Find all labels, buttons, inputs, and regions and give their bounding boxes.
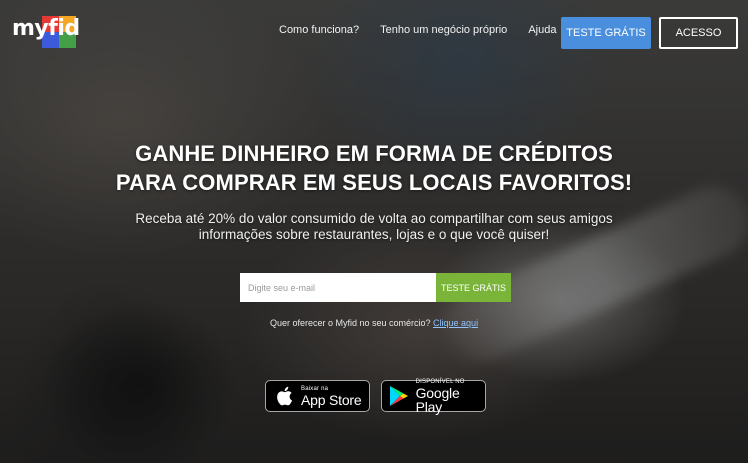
nav-como-funciona[interactable]: Como funciona? [279, 24, 359, 36]
main-nav: Como funciona? Tenho um negócio próprio … [279, 24, 577, 36]
app-store-label: App Store [301, 391, 362, 408]
email-input[interactable] [240, 273, 436, 302]
nav-ajuda[interactable]: Ajuda [528, 24, 556, 36]
business-link[interactable]: Clique aqui [433, 318, 478, 328]
headline-line-2: PARA COMPRAR EM SEUS LOCAIS FAVORITOS! [115, 170, 633, 195]
subtext-line-1: Receba até 20% do valor consumido de vol… [135, 211, 613, 226]
free-trial-button[interactable]: TESTE GRÁTIS [561, 17, 651, 49]
google-play-icon [389, 385, 410, 407]
google-play-small-label: DISPONÍVEL NO [415, 378, 465, 385]
apple-icon [273, 385, 295, 407]
app-store-small-label: Baixar na [301, 385, 329, 392]
google-play-badge[interactable]: DISPONÍVEL NO Google Play [381, 379, 486, 414]
site-header: myfid Como funciona? Tenho um negócio pr… [0, 0, 748, 66]
subtext-line-2: informações sobre restaurantes, lojas e … [198, 227, 550, 242]
business-prompt: Quer oferecer o Myfid no seu comércio? C… [0, 318, 748, 328]
hero-headline: GANHE DINHEIRO EM FORMA DE CRÉDITOS PARA… [0, 139, 748, 197]
google-play-text: DISPONÍVEL NO Google Play [416, 379, 485, 414]
app-store-badge[interactable]: Baixar na App Store [265, 380, 370, 412]
nav-negocio-proprio[interactable]: Tenho um negócio próprio [380, 24, 507, 36]
login-button[interactable]: ACESSO [659, 17, 738, 49]
myfid-logo[interactable]: myfid [12, 16, 80, 48]
business-text: Quer oferecer o Myfid no seu comércio? [269, 318, 431, 328]
google-play-label: Google Play [415, 384, 460, 415]
logo-text: myfid [12, 16, 80, 41]
app-store-text: Baixar na App Store [301, 385, 362, 408]
signup-form: TESTE GRÁTIS [240, 273, 511, 302]
hero-subtext: Receba até 20% do valor consumido de vol… [0, 211, 748, 243]
headline-line-1: GANHE DINHEIRO EM FORMA DE CRÉDITOS [135, 141, 613, 166]
signup-submit-button[interactable]: TESTE GRÁTIS [436, 273, 511, 302]
